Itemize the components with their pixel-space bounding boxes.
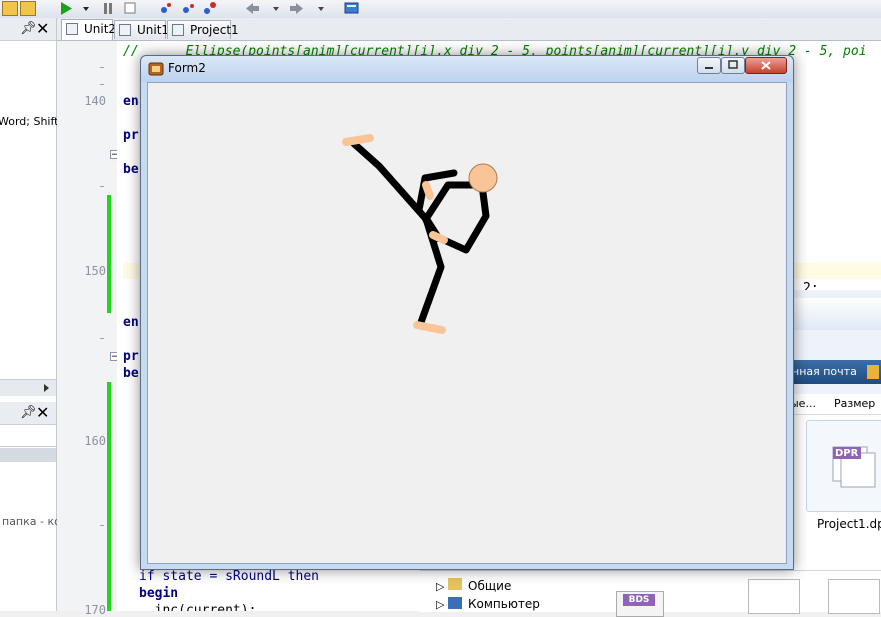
panel-header-bottom: 📌︎ ✕ <box>0 402 56 425</box>
trace-into-icon[interactable] <box>158 1 174 16</box>
explorer-bottom-area: ▷ Общие ▷ Компьютер BDS <box>420 570 881 617</box>
back-foot <box>413 321 446 334</box>
gutter-dot <box>100 338 104 339</box>
column-header-size[interactable]: Размер <box>834 397 875 410</box>
file-name[interactable]: Project1.dpr <box>817 517 881 531</box>
code-line: en <box>123 94 139 109</box>
minimize-button[interactable] <box>697 57 721 74</box>
back-dropdown-icon[interactable] <box>268 1 284 16</box>
step-over-icon[interactable] <box>180 1 196 16</box>
code-line: pr <box>123 349 139 364</box>
panel-search-field[interactable] <box>0 426 56 447</box>
left-panel-hint: Word; Shift: <box>0 115 63 128</box>
maximize-button[interactable] <box>721 57 745 74</box>
kicking-leg <box>347 137 430 223</box>
form2-window[interactable]: Form2 <box>140 55 794 570</box>
explorer-command-bar: нная почта <box>790 360 881 384</box>
code-line: pr <box>123 128 139 143</box>
code-line: inc(current); <box>139 603 257 611</box>
modified-line-marker <box>107 195 111 313</box>
unit-file-icon <box>66 23 78 35</box>
window-title: Form2 <box>168 61 206 75</box>
modified-line-marker <box>107 382 111 611</box>
tab-unit1[interactable]: Unit1 <box>114 20 170 39</box>
run-to-cursor-icon[interactable] <box>202 1 218 16</box>
folder-tree: ▷ Общие ▷ Компьютер <box>426 577 566 612</box>
file-icon[interactable] <box>748 579 800 614</box>
project-file-icon <box>172 24 184 36</box>
tab-unit2[interactable]: Unit2 <box>61 19 117 40</box>
forward-arrow-icon[interactable] <box>289 1 305 16</box>
line-number: 140 <box>84 94 106 108</box>
file-tile[interactable]: DPR <box>806 420 881 512</box>
app-icon <box>148 62 164 76</box>
forward-dropdown-icon[interactable] <box>313 1 329 16</box>
horizontal-scrollbar[interactable] <box>0 379 56 396</box>
head <box>468 163 498 193</box>
ide-toolbar <box>0 0 881 19</box>
close-button[interactable] <box>745 57 787 74</box>
close-icon[interactable]: ✕ <box>36 19 49 38</box>
menu-icon[interactable] <box>867 365 879 379</box>
stop-icon[interactable] <box>122 1 138 16</box>
back-arrow-icon[interactable] <box>244 1 260 16</box>
gutter-dot <box>100 186 104 187</box>
front-hand <box>422 181 434 200</box>
code-line: en <box>123 315 139 330</box>
panel-selected-row[interactable] <box>0 448 56 462</box>
tab-label: Unit2 <box>84 22 117 36</box>
line-number: 150 <box>84 264 106 278</box>
code-line: be <box>123 162 139 177</box>
tab-label: Project1 <box>190 23 239 37</box>
panel-header-top: 📌︎ ✕ <box>0 18 56 41</box>
gutter-dot <box>100 84 104 85</box>
explorer-toolbar <box>790 298 881 330</box>
unit-file-icon <box>119 24 131 36</box>
run-icon[interactable] <box>58 1 74 16</box>
stick-figure <box>342 134 498 334</box>
back-hand <box>429 231 448 244</box>
pin-icon[interactable]: 📌︎ <box>20 405 37 420</box>
open-icon[interactable] <box>2 1 18 16</box>
close-icon[interactable]: ✕ <box>36 403 49 422</box>
kicking-foot <box>342 134 374 146</box>
computer-icon <box>448 597 462 609</box>
dpr-badge: DPR <box>835 448 859 459</box>
panel-status-text: папка - ко <box>2 515 61 528</box>
left-dock-panel: 📌︎ ✕ Word; Shift: 📌︎ ✕ папка - ко <box>0 18 62 611</box>
code-line: be <box>123 366 139 381</box>
book-icon[interactable] <box>343 1 359 16</box>
pause-icon[interactable] <box>100 1 116 16</box>
code-if-line: if state = sRoundL then <box>139 569 320 584</box>
tree-item-computer[interactable]: Компьютер <box>468 597 540 611</box>
folder-icon <box>448 578 462 590</box>
mail-command[interactable]: нная почта <box>792 365 857 378</box>
tree-item-general[interactable]: Общие <box>468 579 511 593</box>
bds-badge: BDS <box>623 594 655 606</box>
tree-expand-icon[interactable]: ▷ <box>436 598 444 611</box>
line-number: 170 <box>84 603 106 617</box>
tab-project1[interactable]: Project1 <box>167 20 239 39</box>
form2-canvas <box>147 82 787 564</box>
tab-label: Unit1 <box>137 23 170 37</box>
tree-expand-icon[interactable]: ▷ <box>436 580 444 593</box>
file-icon[interactable] <box>828 579 880 614</box>
run-dropdown-icon[interactable] <box>78 1 94 16</box>
bds-file-icon[interactable]: BDS <box>616 591 664 617</box>
gutter-dot <box>100 67 104 68</box>
explorer-window: нная почта ые... Размер DPR Project1.dpr <box>790 290 881 611</box>
gutter-dot <box>100 525 104 526</box>
file-tiles-row: BDS <box>598 577 881 617</box>
save-icon[interactable] <box>20 1 36 16</box>
code-line: begin <box>139 586 179 601</box>
editor-tab-bar: Unit2 Unit1 Project1 <box>57 18 881 41</box>
pin-icon[interactable]: 📌︎ <box>20 21 37 36</box>
form2-titlebar[interactable]: Form2 <box>141 56 793 82</box>
column-headers: ые... Размер <box>790 394 881 415</box>
line-number: 160 <box>84 434 106 448</box>
